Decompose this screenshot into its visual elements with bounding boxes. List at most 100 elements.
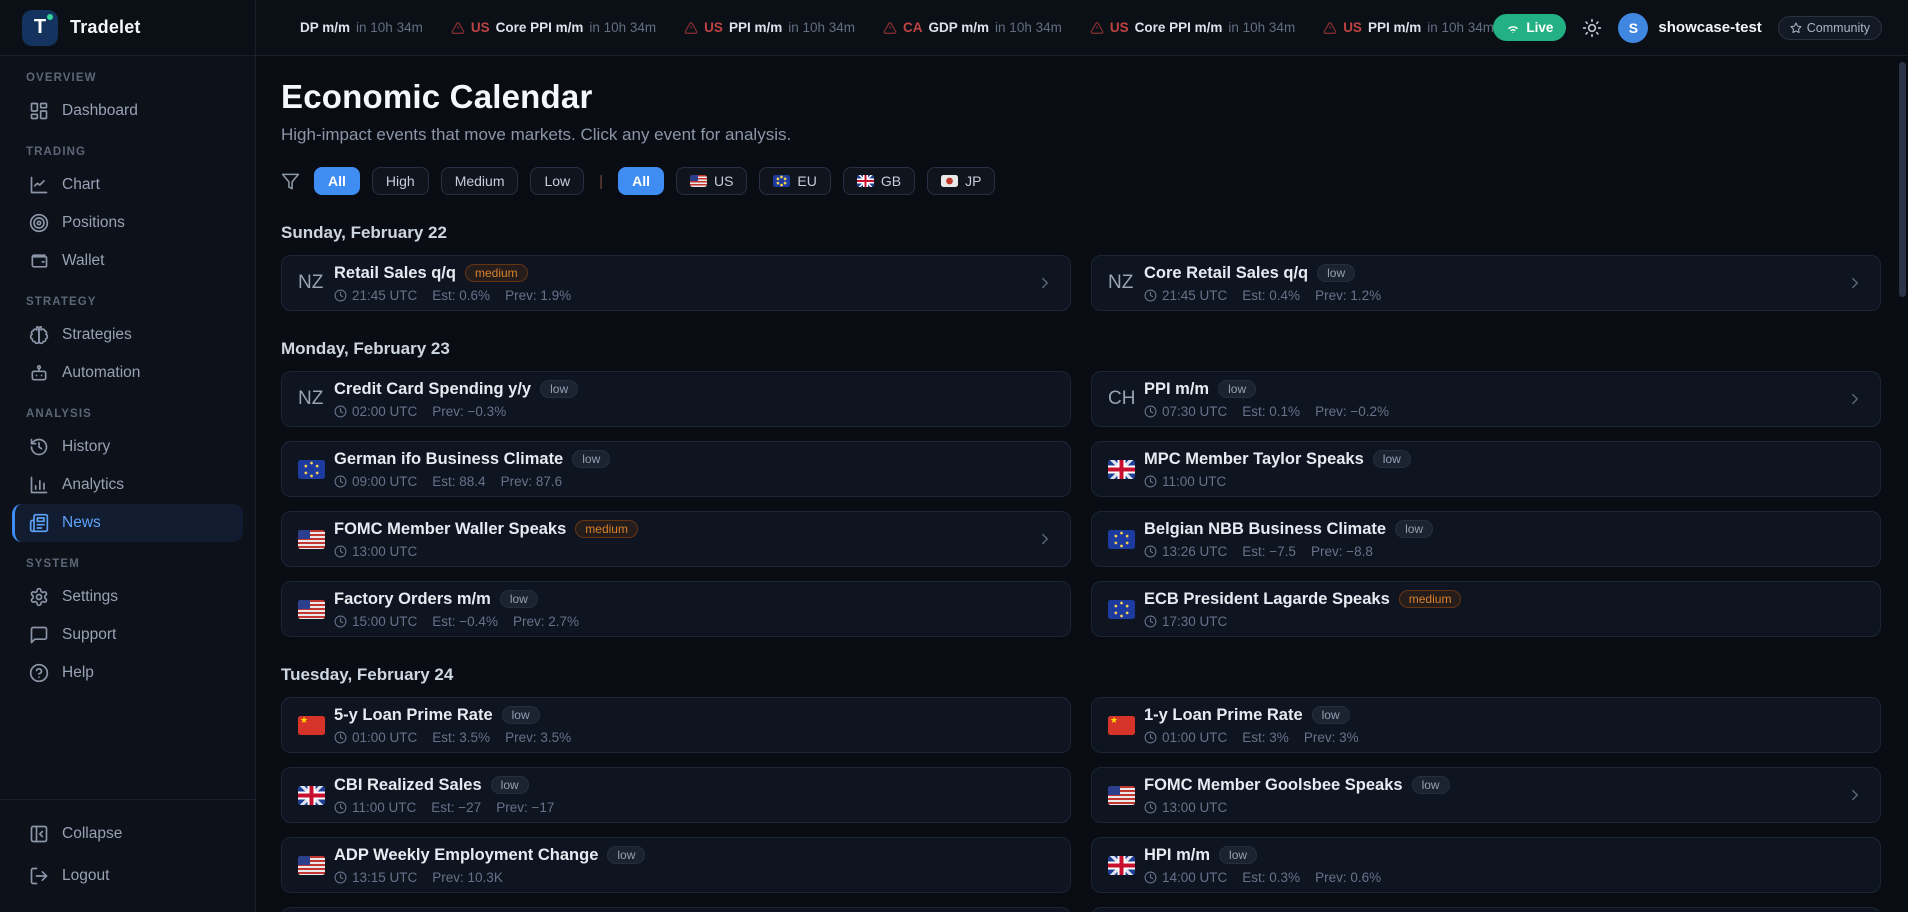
event-title: ECB President Lagarde Speaks <box>1144 590 1390 609</box>
event-card[interactable]: NZ Core Retail Sales q/q low 21:45 UTC E… <box>1091 255 1881 311</box>
clock-icon <box>334 289 347 302</box>
filter-pill-flag <box>857 175 874 187</box>
filter-funnel-icon <box>281 172 300 191</box>
event-card[interactable]: CBI Realized Sales low 11:00 UTC Est: −2… <box>281 767 1071 823</box>
ticker-country: US <box>1343 20 1362 35</box>
region-filter-group: All US EU GB JP <box>618 167 995 195</box>
sidebar-section-label: TRADING <box>26 146 255 158</box>
event-prev: Prev: −8.8 <box>1311 544 1373 559</box>
sidebar-item-label: Wallet <box>62 252 105 270</box>
event-card[interactable]: ECB President Lagarde Speaks medium 17:3… <box>1091 581 1881 637</box>
sidebar-item-collapse[interactable]: Collapse <box>12 814 243 854</box>
event-card[interactable]: S&P/CS Composite-20 HPI y/y low <box>281 907 1071 912</box>
sidebar-item-wallet[interactable]: Wallet <box>12 242 243 280</box>
event-prev: Prev: −17 <box>496 800 554 815</box>
region-filter-gb[interactable]: GB <box>843 167 915 195</box>
sidebar-item-help[interactable]: Help <box>12 654 243 692</box>
day-group: Tuesday, February 24 5-y Loan Prime Rate… <box>281 665 1881 912</box>
impact-filter-medium[interactable]: Medium <box>441 167 519 195</box>
ticker-eta: in 10h 34m <box>356 20 423 35</box>
event-card[interactable]: FOMC Member Goolsbee Speaks low 13:00 UT… <box>1091 767 1881 823</box>
event-time: 15:00 UTC <box>352 614 417 629</box>
event-flag-slot: NZ <box>1108 272 1144 294</box>
impact-filter-high[interactable]: High <box>372 167 429 195</box>
sidebar-footer: Collapse Logout <box>0 799 255 912</box>
user-menu[interactable]: S showcase-test <box>1618 13 1761 43</box>
community-badge[interactable]: Community <box>1778 16 1882 40</box>
event-est: Est: 0.4% <box>1242 288 1300 303</box>
wifi-icon <box>1506 21 1520 35</box>
event-card[interactable]: FOMC Member Waller Speaks medium 13:00 U… <box>281 511 1071 567</box>
event-card[interactable]: 1-y Loan Prime Rate low 01:00 UTC Est: 3… <box>1091 697 1881 753</box>
sidebar-section-items: Chart Positions Wallet <box>0 166 255 280</box>
sidebar-section: OVERVIEW Dashboard <box>0 72 255 130</box>
impact-badge: low <box>1218 380 1256 398</box>
sidebar-item-automation[interactable]: Automation <box>12 354 243 392</box>
scrollbar-thumb[interactable] <box>1899 62 1906 297</box>
event-flag-slot: NZ <box>298 272 334 294</box>
event-time: 09:00 UTC <box>352 474 417 489</box>
topbar-right: Live S showcase-test Community <box>1493 13 1908 43</box>
news-icon <box>29 513 49 533</box>
clock-icon <box>334 731 347 744</box>
impact-badge: low <box>500 590 538 608</box>
sidebar-item-dashboard[interactable]: Dashboard <box>12 92 243 130</box>
sidebar-item-analytics[interactable]: Analytics <box>12 466 243 504</box>
filter-pill-flag <box>690 175 707 187</box>
event-card[interactable]: German ifo Business Climate low 09:00 UT… <box>281 441 1071 497</box>
event-card[interactable]: MPC Member Taylor Speaks low 11:00 UTC <box>1091 441 1881 497</box>
event-card[interactable]: FOMC Member Collins Speaks low <box>1091 907 1881 912</box>
event-card[interactable]: ADP Weekly Employment Change low 13:15 U… <box>281 837 1071 893</box>
sidebar-item-positions[interactable]: Positions <box>12 204 243 242</box>
filter-pill-flag <box>773 175 790 187</box>
sidebar-item-label: Automation <box>62 364 140 382</box>
region-filter-eu[interactable]: EU <box>759 167 830 195</box>
event-card[interactable]: HPI m/m low 14:00 UTC Est: 0.3% Prev: 0.… <box>1091 837 1881 893</box>
theme-toggle-sun-icon[interactable] <box>1582 18 1602 38</box>
event-card[interactable]: 5-y Loan Prime Rate low 01:00 UTC Est: 3… <box>281 697 1071 753</box>
logo-status-dot <box>47 14 53 20</box>
sidebar-item-history[interactable]: History <box>12 428 243 466</box>
sidebar-item-logout[interactable]: Logout <box>12 856 243 896</box>
region-filter-us[interactable]: US <box>676 167 747 195</box>
ticker-eta: in 10h 34m <box>995 20 1062 35</box>
impact-filter-all[interactable]: All <box>314 167 360 195</box>
sidebar-item-label: Positions <box>62 214 125 232</box>
sidebar-item-support[interactable]: Support <box>12 616 243 654</box>
impact-filter-low[interactable]: Low <box>530 167 584 195</box>
sidebar-item-settings[interactable]: Settings <box>12 578 243 616</box>
sidebar-sections: OVERVIEW Dashboard TRADING Chart Positio… <box>0 72 255 708</box>
sidebar-item-label: Analytics <box>62 476 124 494</box>
event-est: Est: 3.5% <box>432 730 490 745</box>
event-title: Credit Card Spending y/y <box>334 380 531 399</box>
ticker-country: CA <box>903 20 923 35</box>
event-time: 13:00 UTC <box>1162 800 1227 815</box>
event-title: Factory Orders m/m <box>334 590 491 609</box>
sidebar-item-label: Settings <box>62 588 118 606</box>
event-card[interactable]: NZ Retail Sales q/q medium 21:45 UTC Est… <box>281 255 1071 311</box>
event-time: 14:00 UTC <box>1162 870 1227 885</box>
sidebar-item-label: Collapse <box>62 825 122 843</box>
filter-pill-flag <box>941 175 958 187</box>
sidebar-item-news[interactable]: News <box>12 504 243 542</box>
sidebar-item-strategies[interactable]: Strategies <box>12 316 243 354</box>
sidebar-item-chart[interactable]: Chart <box>12 166 243 204</box>
dashboard-icon <box>29 101 49 121</box>
event-time: 01:00 UTC <box>352 730 417 745</box>
day-group: Sunday, February 22 NZ Retail Sales q/q … <box>281 223 1881 311</box>
event-time: 01:00 UTC <box>1162 730 1227 745</box>
clock-icon <box>334 545 347 558</box>
region-filter-all[interactable]: All <box>618 167 664 195</box>
event-time: 13:26 UTC <box>1162 544 1227 559</box>
event-card[interactable]: NZ Credit Card Spending y/y low 02:00 UT… <box>281 371 1071 427</box>
event-prev: Prev: 1.2% <box>1315 288 1381 303</box>
event-card[interactable]: Belgian NBB Business Climate low 13:26 U… <box>1091 511 1881 567</box>
event-card[interactable]: Factory Orders m/m low 15:00 UTC Est: −0… <box>281 581 1071 637</box>
sidebar-item-label: Support <box>62 626 116 644</box>
region-filter-jp[interactable]: JP <box>927 167 995 195</box>
event-flag-slot <box>298 786 334 805</box>
event-flag-slot <box>1108 530 1144 549</box>
main-content: Economic Calendar High-impact events tha… <box>256 56 1908 912</box>
event-card[interactable]: CH PPI m/m low 07:30 UTC Est: 0.1% Prev:… <box>1091 371 1881 427</box>
event-flag-slot <box>298 460 334 479</box>
